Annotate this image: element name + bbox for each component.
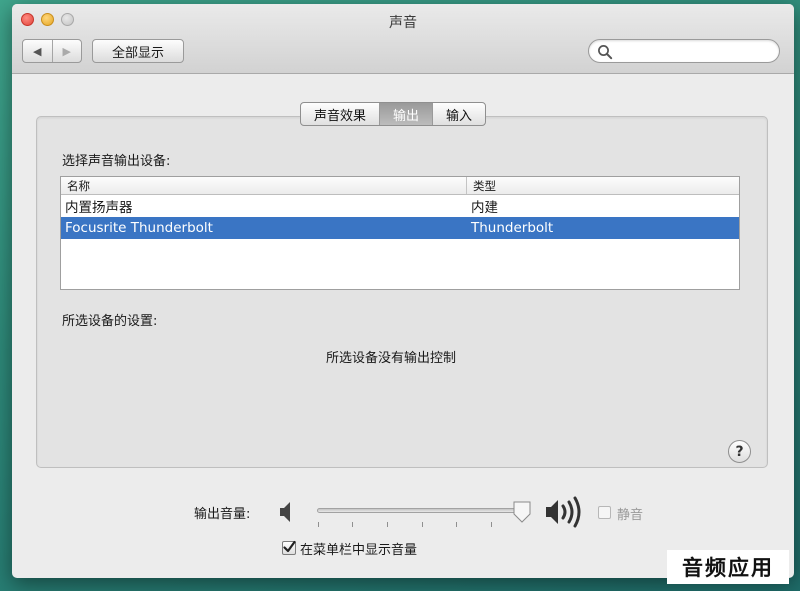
output-volume-label: 输出音量: — [194, 507, 251, 522]
show-volume-in-menubar-checkbox[interactable] — [282, 540, 296, 555]
table-row[interactable]: 内置扬声器 内建 — [61, 195, 739, 217]
select-output-device-label: 选择声音输出设备: — [62, 154, 171, 169]
help-button[interactable]: ? — [728, 440, 751, 463]
slider-tick — [352, 522, 353, 527]
search-icon — [598, 45, 613, 60]
mute-checkbox[interactable] — [598, 506, 611, 519]
slider-tick — [387, 522, 388, 527]
forward-button[interactable]: ▶ — [51, 40, 82, 62]
device-type: Thunderbolt — [471, 220, 554, 236]
output-device-table: 名称 类型 内置扬声器 内建 Focusrite Thunderbolt Thu… — [60, 176, 740, 290]
device-name: 内置扬声器 — [65, 200, 133, 216]
show-volume-in-menubar-label: 在菜单栏中显示音量 — [300, 542, 418, 558]
device-type: 内建 — [471, 200, 498, 216]
table-row-selected[interactable]: Focusrite Thunderbolt Thunderbolt — [61, 217, 739, 239]
volume-row: 输出音量: 静音 — [12, 492, 794, 532]
no-output-controls-message: 所选设备没有输出控制 — [326, 351, 457, 366]
show-all-button[interactable]: 全部显示 — [92, 39, 184, 63]
back-arrow-icon: ◀ — [33, 44, 42, 58]
column-header-type[interactable]: 类型 — [467, 177, 739, 194]
show-volume-in-menubar-row: 在菜单栏中显示音量 — [282, 538, 417, 558]
search-field[interactable] — [588, 39, 780, 63]
speaker-high-icon — [546, 496, 581, 528]
tab-output[interactable]: 输出 — [379, 103, 433, 125]
device-settings-label: 所选设备的设置: — [62, 314, 158, 329]
back-forward-group: ◀ ▶ — [22, 39, 82, 63]
tab-bar: 声音效果 输出 输入 — [300, 102, 487, 126]
slider-tick — [491, 522, 492, 527]
watermark: 音频应用 — [667, 550, 789, 584]
window-title: 声音 — [389, 15, 417, 31]
search-input[interactable] — [615, 43, 773, 60]
mute-label: 静音 — [617, 508, 644, 523]
table-header: 名称 类型 — [61, 177, 739, 195]
volume-slider-track[interactable] — [317, 508, 529, 513]
device-name: Focusrite Thunderbolt — [65, 220, 213, 236]
slider-tick — [456, 522, 457, 527]
back-button[interactable]: ◀ — [23, 40, 52, 62]
slider-tick — [422, 522, 423, 527]
column-header-name[interactable]: 名称 — [61, 177, 467, 194]
title-bar: 声音 ◀ ▶ 全部显示 — [12, 4, 794, 74]
checkmark-icon — [283, 540, 296, 553]
forward-arrow-icon: ▶ — [62, 44, 71, 58]
sound-preferences-window: 声音 ◀ ▶ 全部显示 声音效果 输出 输入 选择声音输出设备: 名称 类型 内… — [12, 4, 794, 578]
slider-tick — [318, 522, 319, 527]
tab-sound-effects[interactable]: 声音效果 — [301, 103, 379, 125]
speaker-low-icon — [280, 502, 290, 522]
help-icon: ? — [735, 443, 744, 460]
volume-slider-thumb[interactable] — [512, 500, 532, 524]
tab-input[interactable]: 输入 — [432, 103, 485, 125]
